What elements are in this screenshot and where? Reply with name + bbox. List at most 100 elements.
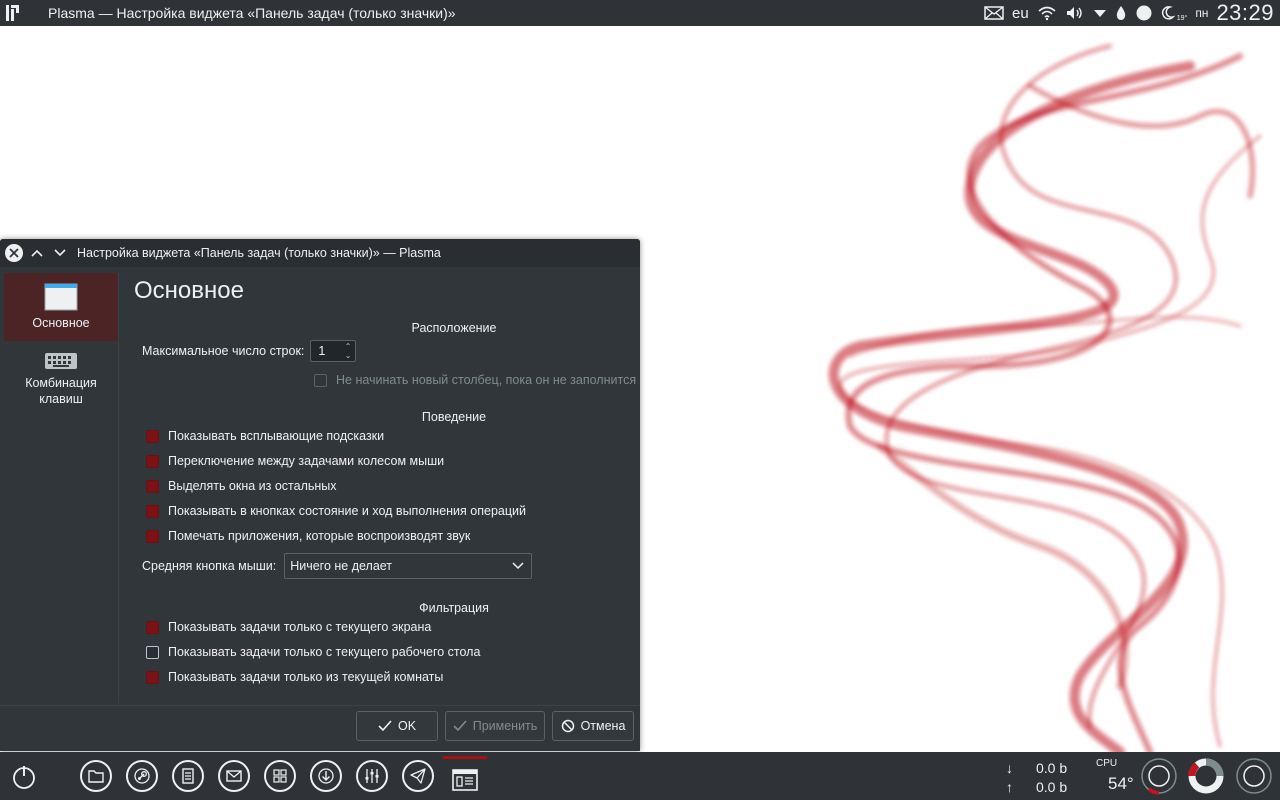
filter-option[interactable]: Показывать задачи только с текущего рабо… <box>146 645 480 659</box>
download-arrow: ↓ <box>1006 760 1013 776</box>
behavior-option[interactable]: Выделять окна из остальных <box>146 479 337 493</box>
cancel-icon <box>561 719 574 733</box>
settings-window-icon <box>452 769 478 791</box>
mail-icon[interactable] <box>218 760 250 792</box>
dialog-titlebar[interactable]: Настройка виджета «Панель задач (только … <box>0 239 640 267</box>
download-icon[interactable] <box>310 760 342 792</box>
memory-gauge-icon[interactable] <box>1187 757 1225 795</box>
wheel-switch-checkbox[interactable] <box>146 454 159 468</box>
mail-notification-icon[interactable] <box>984 0 1004 26</box>
calculator-icon[interactable] <box>264 760 296 792</box>
check-icon <box>378 720 392 732</box>
sidebar-divider <box>118 273 119 703</box>
sidebar-item-label: Основное <box>32 316 90 330</box>
tray-expand-icon[interactable] <box>1093 0 1107 26</box>
dialog-title: Настройка виджета «Панель задач (только … <box>77 246 441 260</box>
cancel-label: Отмена <box>580 719 626 733</box>
section-heading-layout: Расположение <box>411 321 497 335</box>
volume-icon[interactable] <box>1065 0 1085 26</box>
max-rows-spinbox[interactable]: 1 ⌃ ⌄ <box>310 340 357 362</box>
filter-option[interactable]: Показывать задачи только из текущей комн… <box>146 670 443 684</box>
option-label: Выделять окна из остальных <box>168 479 337 493</box>
section-heading-behavior: Поведение <box>421 410 487 424</box>
apply-button[interactable]: Применить <box>445 711 545 741</box>
network-monitor[interactable]: ↓ 0.0 b ↑ 0.0 b <box>1006 759 1067 797</box>
ok-button[interactable]: OK <box>356 711 438 741</box>
active-task-indicator <box>443 756 487 759</box>
weather-drop-icon[interactable] <box>1115 0 1127 26</box>
mixer-icon[interactable] <box>356 760 388 792</box>
no-new-column-row[interactable]: Не начинать новый столбец, пока он не за… <box>314 373 636 387</box>
power-icon[interactable] <box>10 763 38 791</box>
no-new-column-label: Не начинать новый столбец, пока он не за… <box>336 373 637 387</box>
apply-label: Применить <box>472 719 538 733</box>
document-icon[interactable] <box>172 760 204 792</box>
max-rows-label: Максимальное число строк: <box>142 344 305 358</box>
system-tray: eu 19° пн 23:29 <box>984 0 1280 26</box>
max-rows-row: Максимальное число строк: 1 ⌃ ⌄ <box>142 340 357 362</box>
cancel-button[interactable]: Отмена <box>552 711 634 741</box>
keyboard-layout-indicator[interactable]: eu <box>1012 0 1029 26</box>
steam-icon[interactable] <box>126 760 158 792</box>
highlight-windows-checkbox[interactable] <box>146 479 159 493</box>
ok-label: OK <box>397 719 417 733</box>
sidebar-item-general[interactable]: Основное <box>4 273 118 341</box>
behavior-option[interactable]: Помечать приложения, которые воспроизвод… <box>146 529 470 543</box>
footer-divider <box>0 705 640 706</box>
current-screen-checkbox[interactable] <box>146 620 159 634</box>
cpu-label: CPU <box>1096 758 1118 769</box>
filter-option[interactable]: Показывать задачи только с текущего экра… <box>146 620 431 634</box>
sidebar-item-label: Комбинация клавиш <box>25 376 97 406</box>
active-window-title: Plasma — Настройка виджета «Панель задач… <box>48 5 456 21</box>
cpu-load-gauge-icon[interactable] <box>1140 757 1178 795</box>
current-activity-checkbox[interactable] <box>146 670 159 684</box>
middle-click-select[interactable]: Ничего не делает <box>284 553 533 579</box>
widget-settings-dialog: Настройка виджета «Панель задач (только … <box>0 239 640 751</box>
behavior-option[interactable]: Показывать в кнопках состояние и ход вып… <box>146 504 526 518</box>
middle-click-value: Ничего не делает <box>290 559 393 573</box>
chevron-up-icon[interactable] <box>28 244 46 262</box>
bottom-panel: ↓ 0.0 b ↑ 0.0 b CPU 54° <box>0 752 1280 800</box>
weather-temp: 19° <box>1176 14 1188 22</box>
keyboard-icon <box>45 353 77 369</box>
option-label: Помечать приложения, которые воспроизвод… <box>168 529 471 543</box>
middle-click-row: Средняя кнопка мыши: Ничего не делает <box>142 553 533 579</box>
behavior-option[interactable]: Переключение между задачами колесом мыши <box>146 454 444 468</box>
net-down-value: 0.0 b <box>1036 760 1068 776</box>
wifi-icon[interactable] <box>1037 0 1057 26</box>
net-up-value: 0.0 b <box>1036 779 1068 795</box>
section-heading-filtering: Фильтрация <box>419 601 489 615</box>
option-label: Переключение между задачами колесом мыши <box>168 454 445 468</box>
audio-indicator-checkbox[interactable] <box>146 529 159 543</box>
check-icon <box>453 720 467 732</box>
task-item-settings[interactable] <box>443 756 487 800</box>
sidebar-item-shortcuts[interactable]: Комбинация клавиш <box>4 351 118 407</box>
show-progress-checkbox[interactable] <box>146 504 159 518</box>
behavior-option[interactable]: Показывать всплывающие подсказки <box>146 429 384 443</box>
chevron-down-icon <box>512 562 524 570</box>
option-label: Показывать задачи только с текущего рабо… <box>168 645 481 659</box>
folder-icon[interactable] <box>80 760 112 792</box>
current-desktop-checkbox[interactable] <box>146 645 159 659</box>
upload-arrow: ↑ <box>1006 779 1013 795</box>
option-label: Показывать задачи только с текущего экра… <box>168 620 432 634</box>
weather-moon-icon[interactable] <box>1161 0 1175 26</box>
tooltips-checkbox[interactable] <box>146 429 159 443</box>
max-rows-value: 1 <box>318 344 326 358</box>
chevron-down-icon[interactable] <box>51 244 69 262</box>
disk-gauge-icon[interactable] <box>1235 757 1273 795</box>
no-new-column-checkbox[interactable] <box>314 373 327 387</box>
plasma-logo-icon[interactable] <box>0 0 26 26</box>
window-icon <box>44 283 78 311</box>
close-icon[interactable] <box>5 244 23 262</box>
spin-arrows-icon[interactable]: ⌃ ⌄ <box>345 342 352 360</box>
option-label: Показывать в кнопках состояние и ход вып… <box>168 504 526 518</box>
weekday: пн <box>1195 6 1209 20</box>
wallpaper-smoke <box>828 44 1262 752</box>
telegram-icon[interactable] <box>402 760 434 792</box>
option-label: Показывать всплывающие подсказки <box>168 429 385 443</box>
clock[interactable]: 23:29 <box>1216 0 1274 26</box>
settings-sidebar: Основное Комбинация клавиш <box>4 273 118 703</box>
cpu-temperature: 54° <box>1108 774 1134 793</box>
night-color-icon[interactable] <box>1135 0 1153 26</box>
